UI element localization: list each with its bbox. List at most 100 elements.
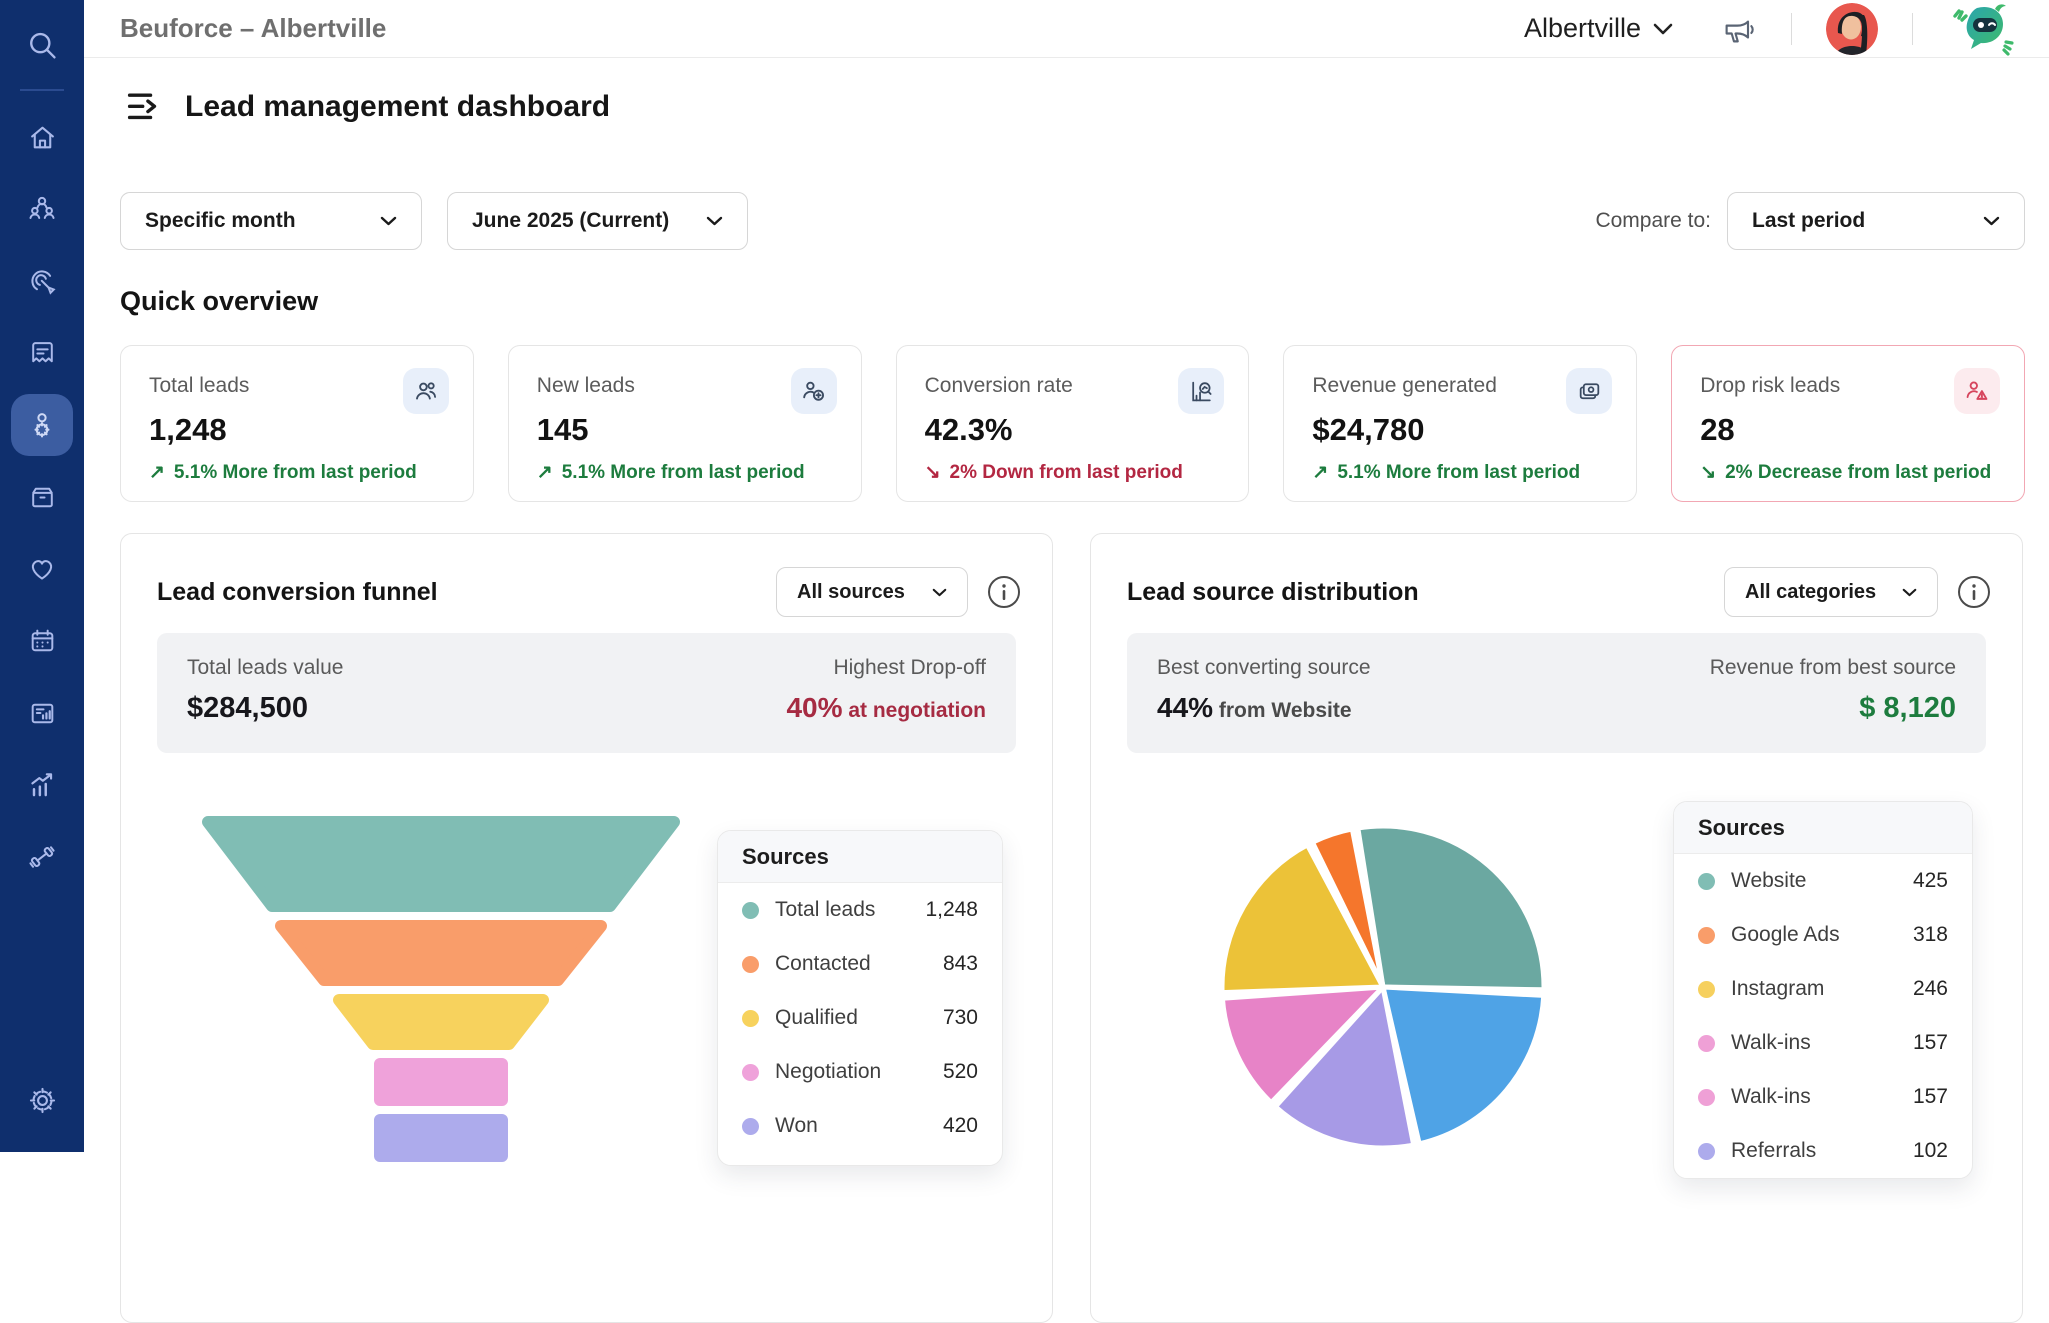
topbar-separator (1912, 13, 1913, 45)
settings-gear-icon[interactable] (0, 1072, 84, 1128)
sources-filter-select[interactable]: All sources (776, 567, 968, 617)
revenue-best-source-value: $ 8,120 (1710, 692, 1956, 725)
card-drop-risk-leads[interactable]: Drop risk leads 28 ↘ 2% Decrease from la… (1671, 345, 2025, 502)
sidebar-item-reports[interactable] (0, 677, 84, 749)
filters-row: Specific month June 2025 (Current) Compa… (120, 192, 2025, 250)
topbar-separator (1791, 13, 1792, 45)
chevron-down-icon (706, 216, 723, 226)
card-delta: ↗ 5.1% More from last period (149, 461, 445, 484)
sidebar-item-training[interactable] (0, 821, 84, 893)
legend-row[interactable]: Total leads1,248 (718, 883, 1002, 937)
legend-dot (742, 956, 759, 973)
funnel-segment-qualified[interactable] (339, 1000, 543, 1044)
legend-row[interactable]: Google Ads318 (1674, 908, 1972, 962)
package-icon (27, 482, 58, 513)
sidebar-item-package[interactable] (0, 461, 84, 533)
funnel-segment-negotiation[interactable] (380, 1064, 502, 1100)
main-content: Lead management dashboard Specific month… (84, 58, 2049, 1152)
funnel-summary-strip: Total leads value $284,500 Highest Drop-… (157, 633, 1016, 753)
location-dropdown[interactable]: Albertville (1524, 13, 1673, 44)
period-type-select[interactable]: Specific month (120, 192, 422, 250)
card-value: 1,248 (149, 412, 445, 448)
chart-search-icon (1178, 368, 1224, 414)
pie-chart[interactable] (1218, 822, 1548, 1152)
megaphone-icon[interactable] (1721, 11, 1757, 47)
app-title: Beuforce – Albertville (120, 13, 386, 44)
legend-row[interactable]: Walk-ins157 (1674, 1070, 1972, 1124)
source-summary-strip: Best converting source 44% from Website … (1127, 633, 1986, 753)
card-value: $24,780 (1312, 412, 1608, 448)
period-type-value: Specific month (145, 209, 296, 233)
sidebar-item-performance[interactable] (0, 749, 84, 821)
compare-select[interactable]: Last period (1727, 192, 2025, 250)
funnel-segment-contacted[interactable] (281, 926, 601, 980)
card-value: 28 (1700, 412, 1996, 448)
funnel-segment-total-leads[interactable] (208, 822, 674, 906)
categories-filter-select[interactable]: All categories (1724, 567, 1938, 617)
funnel-segment-won[interactable] (380, 1120, 502, 1156)
card-delta: ↘ 2% Decrease from last period (1700, 461, 1996, 484)
legend-dot (1698, 1035, 1715, 1052)
topbar: Beuforce – Albertville Albertville (84, 0, 2049, 58)
card-new-leads[interactable]: New leads 145 ↗ 5.1% More from last peri… (508, 345, 862, 502)
highest-dropoff-label: Highest Drop-off (786, 656, 986, 680)
panel-title: Lead conversion funnel (157, 578, 438, 607)
card-conversion-rate[interactable]: Conversion rate 42.3% ↘ 2% Down from las… (896, 345, 1250, 502)
best-converting-source-value: 44% from Website (1157, 692, 1371, 724)
trend-arrow-icon: ↗ (537, 461, 553, 484)
legend-row[interactable]: Negotiation520 (718, 1045, 1002, 1099)
cash-icon (1566, 368, 1612, 414)
info-icon[interactable] (988, 576, 1020, 608)
mascot-logo[interactable] (1947, 2, 2023, 56)
legend-row[interactable]: Referrals102 (1674, 1124, 1972, 1178)
card-label: Conversion rate (925, 374, 1221, 398)
panel-title: Lead source distribution (1127, 578, 1419, 607)
sidebar-item-calendar[interactable] (0, 605, 84, 677)
sidebar-nav (0, 101, 84, 893)
user-alert-icon (1954, 368, 2000, 414)
calendar-icon (27, 626, 58, 657)
legend-row[interactable]: Instagram246 (1674, 962, 1972, 1016)
sidebar-item-notes[interactable] (0, 317, 84, 389)
user-avatar[interactable] (1826, 3, 1878, 55)
location-label: Albertville (1524, 13, 1641, 44)
legend-row[interactable]: Contacted843 (718, 937, 1002, 991)
sidebar (0, 0, 84, 1152)
card-label: Revenue generated (1312, 374, 1608, 398)
page-title: Lead management dashboard (185, 90, 610, 124)
period-value: June 2025 (Current) (472, 209, 669, 233)
trend-chart-icon (26, 769, 58, 801)
trend-arrow-icon: ↗ (149, 461, 165, 484)
trend-arrow-icon: ↘ (925, 461, 941, 484)
sidebar-item-target[interactable] (0, 245, 84, 317)
legend-row[interactable]: Walk-ins157 (1674, 1016, 1972, 1070)
sidebar-item-home[interactable] (0, 101, 84, 173)
sidebar-item-lead-settings[interactable] (0, 389, 84, 461)
funnel-chart[interactable] (195, 809, 689, 1175)
pie-slice-0[interactable] (1358, 826, 1544, 990)
total-leads-value-label: Total leads value (187, 656, 343, 680)
sidebar-item-team[interactable] (0, 173, 84, 245)
search-icon[interactable] (0, 26, 84, 66)
chevron-down-icon (380, 216, 397, 226)
card-revenue-generated[interactable]: Revenue generated $24,780 ↗ 5.1% More fr… (1283, 345, 1637, 502)
report-icon (27, 698, 58, 729)
best-converting-source-label: Best converting source (1157, 656, 1371, 680)
compare-value: Last period (1752, 209, 1865, 233)
legend-dot (742, 1010, 759, 1027)
legend-row[interactable]: Website425 (1674, 854, 1972, 908)
info-icon[interactable] (1958, 576, 1990, 608)
heart-icon (26, 553, 58, 585)
card-value: 145 (537, 412, 833, 448)
legend-row[interactable]: Qualified730 (718, 991, 1002, 1045)
legend-dot (742, 1064, 759, 1081)
users-icon (403, 368, 449, 414)
target-icon (26, 265, 58, 297)
categories-filter-value: All categories (1745, 581, 1876, 604)
sidebar-item-favorites[interactable] (0, 533, 84, 605)
legend-row[interactable]: Won420 (718, 1099, 1002, 1153)
collapse-panel-icon[interactable] (127, 91, 161, 123)
chevron-down-icon (1902, 588, 1917, 597)
card-total-leads[interactable]: Total leads 1,248 ↗ 5.1% More from last … (120, 345, 474, 502)
period-value-select[interactable]: June 2025 (Current) (447, 192, 748, 250)
